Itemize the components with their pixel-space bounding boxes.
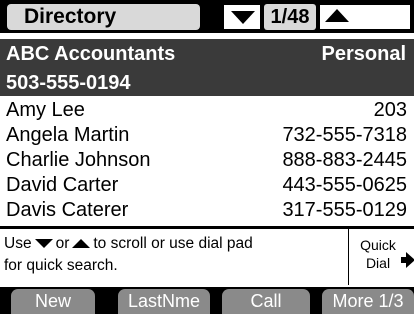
help-text-line: for quick search. bbox=[4, 257, 118, 274]
selected-entry[interactable]: ABC Accountants Personal 503-555-0194 bbox=[0, 39, 414, 96]
directory-entry[interactable]: Angela Martin 732-555-7318 bbox=[0, 123, 414, 148]
directory-entry[interactable]: Charlie Johnson 888-883-2445 bbox=[0, 148, 414, 173]
triangle-up-icon bbox=[325, 9, 349, 22]
selected-entry-name: ABC Accountants bbox=[6, 43, 176, 65]
help-text-part: Use bbox=[4, 235, 32, 252]
divider bbox=[0, 226, 414, 229]
entry-name: Davis Caterer bbox=[6, 199, 129, 221]
triangle-down-icon bbox=[231, 11, 255, 24]
selected-entry-number: 503-555-0194 bbox=[6, 72, 131, 94]
quick-dial-label: Quick Dial bbox=[356, 236, 400, 272]
entry-number: 888-883-2445 bbox=[282, 149, 407, 171]
directory-list: Amy Lee 203 Angela Martin 732-555-7318 C… bbox=[0, 98, 414, 223]
phone-directory-screen: Directory 1/48 ABC Accountants Personal … bbox=[0, 0, 414, 314]
new-button[interactable]: New bbox=[11, 289, 95, 314]
entry-number: 317-555-0129 bbox=[282, 199, 407, 221]
divider bbox=[348, 229, 349, 285]
softkey-bar: New LastNme Call More 1/3 bbox=[0, 287, 414, 314]
entry-number: 203 bbox=[373, 99, 407, 121]
triangle-down-icon bbox=[34, 239, 53, 249]
more-button[interactable]: More 1/3 bbox=[322, 289, 414, 314]
screen-title: Directory bbox=[7, 4, 200, 30]
selected-entry-type: Personal bbox=[321, 43, 406, 65]
entry-name: Charlie Johnson bbox=[6, 149, 151, 171]
help-text-part: to scroll or use dial pad bbox=[93, 235, 253, 252]
directory-entry[interactable]: Davis Caterer 317-555-0129 bbox=[0, 198, 414, 223]
triangle-up-icon bbox=[72, 239, 91, 249]
entry-number: 443-555-0625 bbox=[282, 174, 407, 196]
entry-name: Angela Martin bbox=[6, 124, 130, 146]
help-text: Use or to scroll or use dial pad for quick… bbox=[4, 233, 339, 277]
entry-name: Amy Lee bbox=[6, 99, 85, 121]
page-indicator: 1/48 bbox=[264, 4, 316, 30]
scroll-down-button[interactable] bbox=[224, 5, 260, 29]
entry-number: 732-555-7318 bbox=[282, 124, 407, 146]
directory-entry[interactable]: Amy Lee 203 bbox=[0, 98, 414, 123]
quick-dial-line: Quick bbox=[360, 237, 396, 253]
entry-name: David Carter bbox=[6, 174, 119, 196]
directory-entry[interactable]: David Carter 443-555-0625 bbox=[0, 173, 414, 198]
help-text-part: or bbox=[55, 235, 70, 252]
quick-dial-button[interactable]: Quick Dial bbox=[350, 234, 414, 282]
call-button[interactable]: Call bbox=[222, 289, 310, 314]
scroll-up-button[interactable] bbox=[320, 5, 410, 29]
lastname-button[interactable]: LastNme bbox=[118, 289, 210, 314]
arrow-right-icon bbox=[401, 252, 414, 268]
header-bar: Directory 1/48 bbox=[0, 0, 414, 33]
quick-dial-line: Dial bbox=[365, 255, 391, 271]
